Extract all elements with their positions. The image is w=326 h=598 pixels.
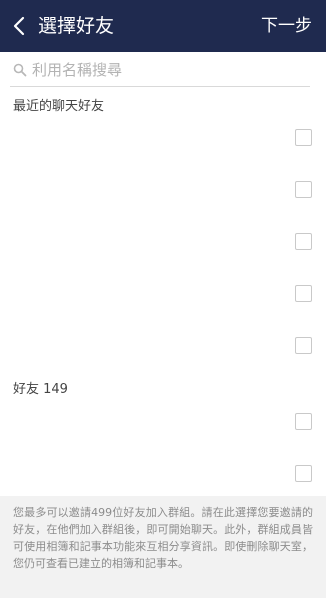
select-checkbox[interactable] bbox=[295, 465, 312, 482]
search-input[interactable] bbox=[32, 58, 302, 82]
group-invite-note: 您最多可以邀請499位好友加入群組。請在此選擇您要邀請的好友，在他們加入群組後，… bbox=[0, 496, 326, 598]
select-checkbox[interactable] bbox=[295, 233, 312, 250]
friend-row[interactable] bbox=[0, 449, 326, 497]
next-button[interactable]: 下一步 bbox=[261, 13, 312, 39]
back-button[interactable] bbox=[6, 9, 32, 43]
search-icon bbox=[13, 63, 27, 77]
chevron-left-icon bbox=[13, 16, 25, 36]
recent-friend-row[interactable] bbox=[0, 321, 326, 369]
select-checkbox[interactable] bbox=[295, 181, 312, 198]
select-checkbox[interactable] bbox=[295, 285, 312, 302]
recent-friend-row[interactable] bbox=[0, 217, 326, 265]
select-checkbox[interactable] bbox=[295, 129, 312, 146]
recent-chats-section-title: 最近的聊天好友 bbox=[13, 99, 105, 114]
page-title: 選擇好友 bbox=[38, 15, 115, 37]
select-checkbox[interactable] bbox=[295, 413, 312, 430]
friends-section-title: 好友 149 bbox=[13, 382, 68, 397]
recent-friend-row[interactable] bbox=[0, 165, 326, 213]
top-bar: 選擇好友 下一步 bbox=[0, 0, 326, 52]
group-invite-note-text: 您最多可以邀請499位好友加入群組。請在此選擇您要邀請的好友，在他們加入群組後，… bbox=[13, 506, 313, 570]
select-checkbox[interactable] bbox=[295, 337, 312, 354]
recent-friend-row[interactable] bbox=[0, 113, 326, 161]
search-bar bbox=[10, 56, 310, 87]
friend-row[interactable] bbox=[0, 397, 326, 445]
recent-friend-row[interactable] bbox=[0, 269, 326, 317]
